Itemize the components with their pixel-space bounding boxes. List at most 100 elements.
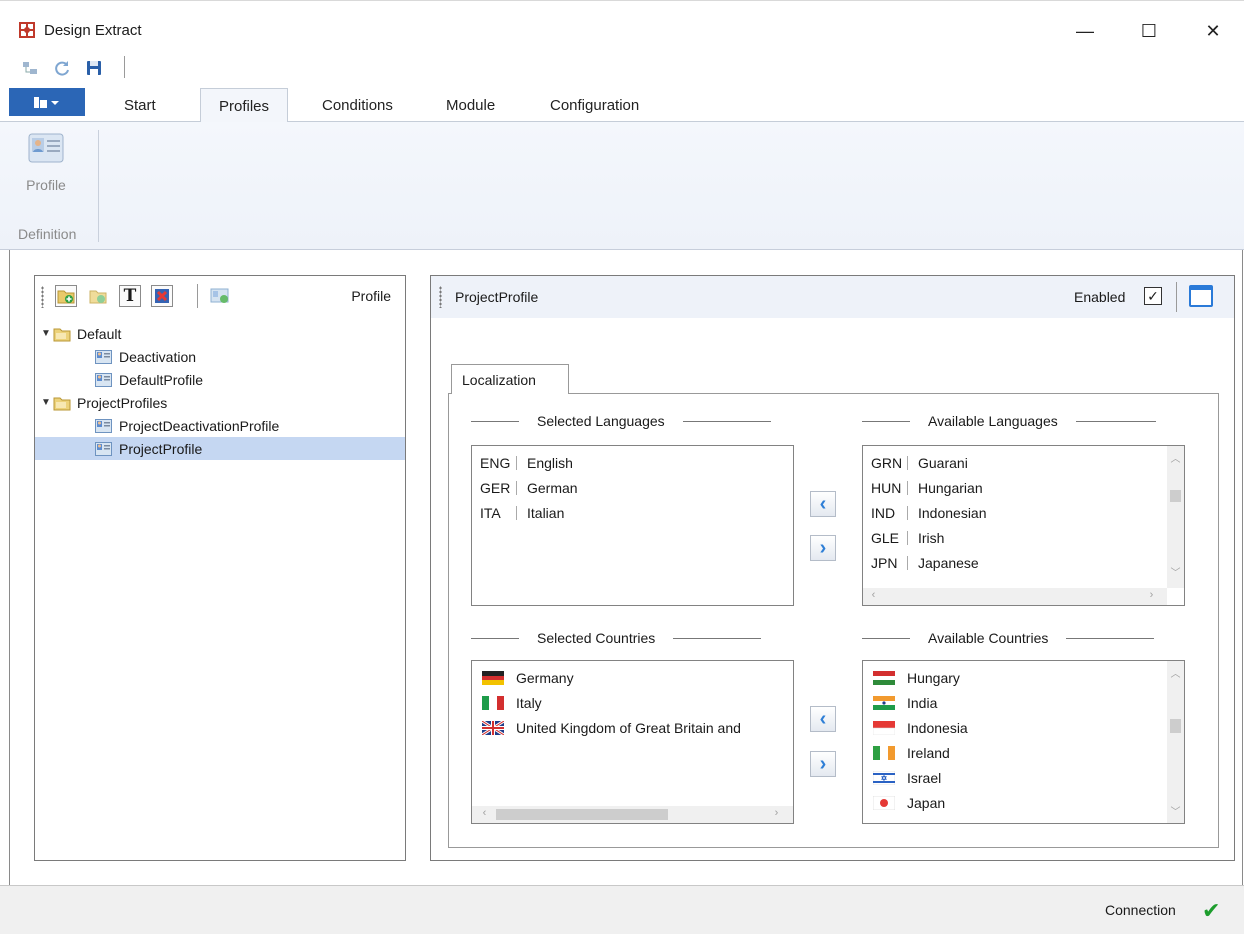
list-item[interactable]: GLE Irish bbox=[863, 525, 1184, 550]
list-item[interactable]: GER German bbox=[472, 475, 793, 500]
flag-indonesia-icon bbox=[873, 720, 895, 735]
tree-node-label: ProjectProfile bbox=[119, 440, 203, 457]
move-country-right-button[interactable]: › bbox=[810, 751, 836, 777]
selected-countries-list[interactable]: Germany Italy United Kingdom of Great Br… bbox=[471, 660, 794, 824]
application-menu-button[interactable] bbox=[9, 88, 85, 116]
scroll-thumb[interactable] bbox=[1170, 719, 1181, 733]
list-item[interactable]: Ireland bbox=[863, 740, 1184, 765]
list-item[interactable]: ITA Italian bbox=[472, 500, 793, 525]
maximize-button[interactable]: ☐ bbox=[1126, 13, 1172, 49]
profile-tree-toolbar: T Profile bbox=[35, 276, 405, 318]
refresh-icon[interactable] bbox=[52, 58, 72, 78]
move-language-right-button[interactable]: › bbox=[810, 535, 836, 561]
add-folder-icon bbox=[57, 290, 75, 304]
profile-icon bbox=[95, 441, 112, 456]
tree-structure-icon[interactable] bbox=[20, 58, 40, 78]
tree-item-defaultprofile[interactable]: DefaultProfile bbox=[35, 368, 405, 391]
available-languages-list[interactable]: GRN Guarani HUN Hungarian IND Indonesian GL… bbox=[862, 445, 1185, 606]
vertical-scrollbar[interactable]: ︿ ﹀ bbox=[1167, 446, 1184, 588]
scroll-thumb[interactable] bbox=[1170, 490, 1181, 502]
profile-detail-panel: ProjectProfile Enabled ✓ Localization Se… bbox=[430, 275, 1235, 861]
selected-languages-list[interactable]: ENG English GER German ITA Italian bbox=[471, 445, 794, 606]
list-item[interactable]: HUN Hungarian bbox=[863, 475, 1184, 500]
scroll-left-icon[interactable]: ‹ bbox=[865, 589, 882, 601]
scroll-up-icon[interactable]: ︿ bbox=[1167, 665, 1184, 680]
selected-languages-header: Selected Languages bbox=[471, 413, 792, 429]
tree-folder-projectprofiles[interactable]: ▼ ProjectProfiles bbox=[35, 391, 405, 414]
tree-item-deactivation[interactable]: Deactivation bbox=[35, 345, 405, 368]
connection-label: Connection bbox=[1105, 902, 1176, 918]
profile-icon bbox=[95, 349, 112, 364]
scroll-right-icon[interactable]: › bbox=[768, 807, 785, 819]
horizontal-scrollbar[interactable]: ‹ › bbox=[472, 806, 793, 823]
detail-header: ProjectProfile Enabled ✓ bbox=[431, 276, 1234, 318]
profile-card-icon bbox=[28, 133, 64, 163]
tab-start[interactable]: Start bbox=[106, 88, 174, 122]
horizontal-scrollbar[interactable]: ‹ › bbox=[863, 588, 1167, 605]
toolbar-grip[interactable] bbox=[41, 286, 44, 308]
list-item[interactable]: Italy bbox=[472, 690, 793, 715]
toolbar-separator bbox=[197, 284, 198, 308]
list-item[interactable]: Indonesia bbox=[863, 715, 1184, 740]
tab-configuration[interactable]: Configuration bbox=[532, 88, 657, 122]
list-item[interactable]: ENG English bbox=[472, 450, 793, 475]
profile-icon bbox=[95, 372, 112, 387]
list-item[interactable]: India bbox=[863, 690, 1184, 715]
list-item[interactable]: Israel bbox=[863, 765, 1184, 790]
close-button[interactable]: ✕ bbox=[1190, 13, 1236, 49]
list-item[interactable]: Japan bbox=[863, 790, 1184, 815]
list-item[interactable]: United Kingdom of Great Britain and bbox=[472, 715, 793, 740]
header-grip[interactable] bbox=[439, 286, 442, 308]
move-country-left-button[interactable]: ‹ bbox=[810, 706, 836, 732]
window-title: Design Extract bbox=[44, 22, 142, 39]
list-item[interactable]: IND Indonesian bbox=[863, 500, 1184, 525]
enabled-label: Enabled bbox=[1074, 289, 1126, 305]
list-item[interactable]: Hungary bbox=[863, 665, 1184, 690]
add-subfolder-icon bbox=[89, 290, 107, 304]
folder-icon bbox=[53, 328, 71, 341]
vertical-scrollbar[interactable]: ︿ ﹀ bbox=[1167, 661, 1184, 823]
tree-item-projectdeactivationprofile[interactable]: ProjectDeactivationProfile bbox=[35, 414, 405, 437]
minimize-button[interactable]: — bbox=[1062, 13, 1108, 49]
tab-profiles[interactable]: Profiles bbox=[200, 88, 289, 123]
list-item[interactable]: GRN Guarani bbox=[863, 450, 1184, 475]
app-menu-icon bbox=[34, 97, 59, 108]
tree-item-projectprofile[interactable]: ProjectProfile bbox=[35, 437, 405, 460]
scroll-left-icon[interactable]: ‹ bbox=[476, 807, 493, 819]
window-restore-icon[interactable] bbox=[1189, 285, 1213, 307]
detail-title: ProjectProfile bbox=[455, 289, 539, 305]
main-area: T Profile ▼ Default Deactivation Default… bbox=[9, 250, 1243, 885]
text-rename-icon: T bbox=[123, 286, 137, 306]
list-item[interactable]: JPN Japanese bbox=[863, 550, 1184, 575]
available-countries-list[interactable]: Hungary India Indonesia Ireland Israel J… bbox=[862, 660, 1185, 824]
save-icon[interactable] bbox=[84, 58, 104, 78]
list-item[interactable]: Germany bbox=[472, 665, 793, 690]
section-title: Selected Languages bbox=[537, 413, 665, 429]
move-language-left-button[interactable]: ‹ bbox=[810, 491, 836, 517]
scroll-thumb[interactable] bbox=[496, 809, 668, 820]
tree-folder-default[interactable]: ▼ Default bbox=[35, 322, 405, 345]
scroll-up-icon[interactable]: ︿ bbox=[1167, 450, 1184, 465]
flag-united-kingdom-icon bbox=[482, 720, 504, 735]
rename-button[interactable]: T bbox=[119, 285, 141, 307]
selected-countries-header: Selected Countries bbox=[471, 630, 792, 646]
scroll-down-icon[interactable]: ﹀ bbox=[1167, 564, 1184, 579]
available-languages-header: Available Languages bbox=[862, 413, 1185, 429]
expand-arrow-icon[interactable]: ▼ bbox=[39, 328, 53, 339]
profile-ribbon-button[interactable]: Profile bbox=[14, 132, 78, 202]
add-folder-button[interactable] bbox=[55, 285, 77, 307]
tab-localization[interactable]: Localization bbox=[451, 364, 569, 394]
tab-conditions[interactable]: Conditions bbox=[304, 88, 411, 122]
add-subfolder-button[interactable] bbox=[87, 285, 109, 307]
delete-button[interactable] bbox=[151, 285, 173, 307]
ribbon-tab-strip: Start Profiles Conditions Module Configu… bbox=[0, 84, 1244, 123]
tab-module[interactable]: Module bbox=[428, 88, 513, 122]
flag-ireland-icon bbox=[873, 745, 895, 760]
scroll-down-icon[interactable]: ﹀ bbox=[1167, 803, 1184, 818]
flag-japan-icon bbox=[873, 795, 895, 810]
scroll-right-icon[interactable]: › bbox=[1143, 589, 1160, 601]
enabled-checkbox[interactable]: ✓ bbox=[1144, 287, 1162, 305]
expand-arrow-icon[interactable]: ▼ bbox=[39, 397, 53, 408]
flag-india-icon bbox=[873, 695, 895, 710]
add-profile-button[interactable] bbox=[209, 285, 231, 307]
